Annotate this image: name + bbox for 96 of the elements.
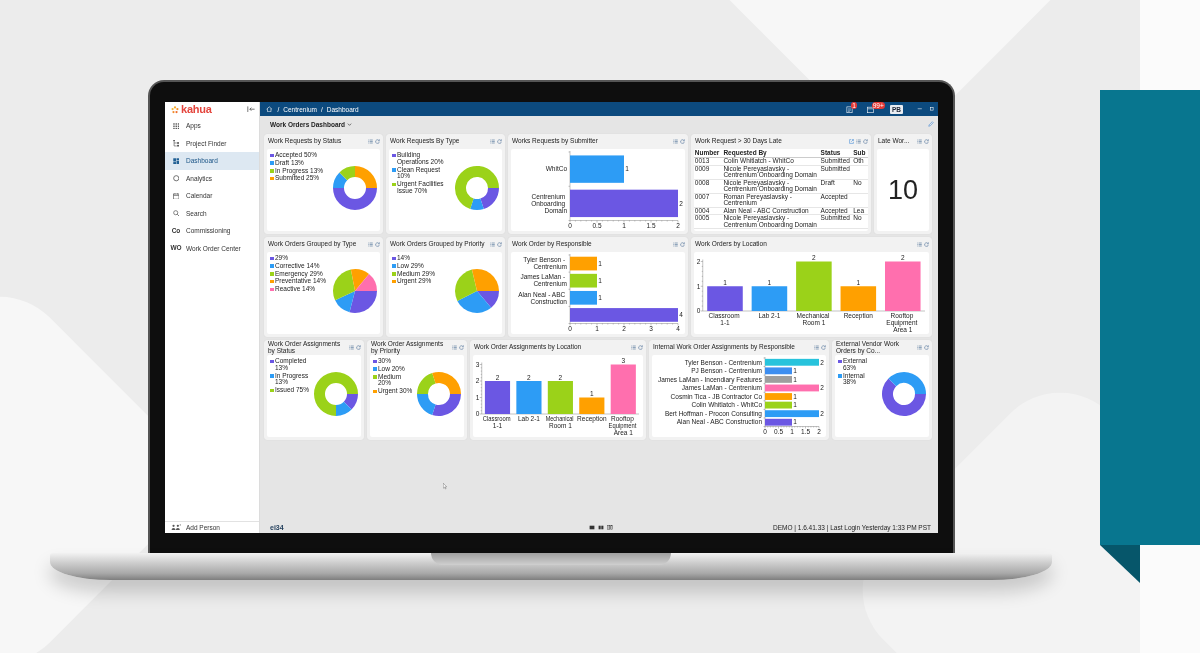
list-icon[interactable] [631, 345, 636, 350]
bar [570, 290, 597, 305]
tree-icon [172, 140, 180, 147]
ring-icon [172, 175, 180, 182]
bar [751, 286, 788, 311]
legend-swatch-icon [270, 359, 274, 363]
refresh-icon[interactable] [459, 345, 464, 350]
legend-swatch-icon [270, 388, 274, 393]
open-external-icon[interactable] [849, 139, 854, 144]
three-pane-icon[interactable] [606, 525, 613, 530]
refresh-icon[interactable] [863, 139, 868, 144]
dashboard-icon [172, 157, 180, 164]
single-pane-icon[interactable] [588, 525, 595, 530]
list-icon[interactable] [490, 242, 495, 247]
refresh-icon[interactable] [638, 345, 643, 350]
list-icon[interactable] [490, 139, 495, 144]
list-icon[interactable] [814, 345, 819, 350]
refresh-icon[interactable] [924, 242, 929, 247]
legend-swatch-icon [373, 375, 377, 379]
legend-swatch-icon [270, 264, 274, 268]
metric-value: 10 [887, 176, 918, 204]
x-axis [764, 426, 820, 429]
bar [547, 381, 573, 414]
list-icon[interactable] [349, 345, 354, 350]
cursor-icon [443, 483, 447, 490]
legend-swatch-icon [270, 287, 274, 292]
legend-swatch-icon [270, 279, 274, 284]
legend-swatch-icon [270, 169, 274, 173]
y-axis [568, 150, 571, 221]
list-icon[interactable] [368, 139, 373, 144]
legend-swatch-icon [373, 367, 377, 371]
list-icon[interactable] [856, 139, 861, 144]
legend-swatch-icon [838, 374, 842, 378]
refresh-icon[interactable] [680, 242, 685, 247]
legend-swatch-icon [392, 168, 396, 172]
refresh-icon[interactable] [375, 242, 380, 247]
refresh-icon[interactable] [680, 139, 685, 144]
minimize-icon[interactable] [917, 106, 923, 112]
legend-swatch-icon [392, 279, 396, 284]
refresh-icon[interactable] [375, 139, 380, 144]
legend-swatch-icon [392, 264, 396, 268]
legend-swatch-icon [270, 153, 274, 157]
logo-text: kahua [181, 104, 212, 115]
refresh-icon[interactable] [821, 345, 826, 350]
bar [885, 261, 921, 311]
chevron-down-icon [347, 121, 352, 127]
refresh-icon[interactable] [924, 139, 929, 144]
bar [840, 286, 877, 311]
legend-swatch-icon [392, 272, 396, 276]
list-icon[interactable] [452, 345, 457, 350]
refresh-icon[interactable] [497, 242, 502, 247]
y-axis [568, 253, 571, 324]
y-axis [700, 259, 703, 312]
legend-swatch-icon [373, 359, 377, 363]
bar [570, 273, 597, 288]
search-icon [172, 210, 180, 217]
apps-grid-icon [172, 122, 180, 129]
legend-swatch-icon [392, 153, 396, 157]
two-pane-icon[interactable] [597, 525, 604, 530]
calendar-icon [172, 192, 180, 199]
home-icon[interactable] [266, 105, 273, 113]
collapse-icon[interactable] [247, 106, 255, 113]
y-axis [479, 362, 482, 415]
people-icon [171, 524, 181, 531]
bar [579, 397, 605, 414]
legend-swatch-icon [270, 272, 274, 276]
bar [484, 381, 511, 414]
bar [516, 381, 542, 414]
bar [796, 261, 832, 311]
legend-swatch-icon [373, 389, 377, 394]
legend-swatch-icon [270, 161, 274, 165]
bar [610, 364, 636, 414]
list-icon[interactable] [917, 242, 922, 247]
refresh-icon[interactable] [497, 139, 502, 144]
list-icon[interactable] [368, 242, 373, 247]
refresh-icon[interactable] [924, 345, 929, 350]
logo-icon [171, 105, 179, 114]
list-icon[interactable] [673, 139, 678, 144]
legend-swatch-icon [392, 182, 396, 187]
list-icon[interactable] [673, 242, 678, 247]
bar [570, 256, 597, 271]
calendar-icon[interactable] [867, 105, 874, 113]
clipboard-icon[interactable] [846, 105, 853, 113]
legend-swatch-icon [838, 359, 842, 363]
bar [707, 286, 743, 311]
bar [570, 155, 624, 183]
pencil-icon[interactable] [928, 121, 934, 127]
legend-swatch-icon [392, 256, 396, 260]
legend-swatch-icon [270, 176, 274, 181]
legend-swatch-icon [270, 374, 274, 378]
y-axis [763, 356, 766, 427]
list-icon[interactable] [917, 139, 922, 144]
refresh-icon[interactable] [356, 345, 361, 350]
restore-icon[interactable] [928, 106, 934, 112]
list-icon[interactable] [917, 345, 922, 350]
legend-swatch-icon [270, 256, 274, 260]
